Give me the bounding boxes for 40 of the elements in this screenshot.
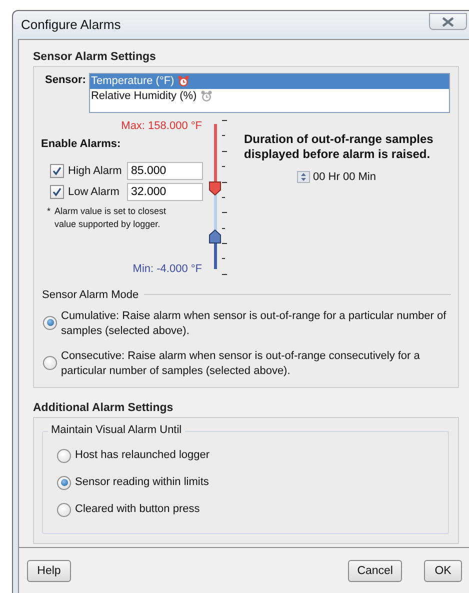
- checkbox-label: High Alarm: [68, 165, 123, 178]
- enable-alarms-label: Enable Alarms:: [41, 138, 122, 150]
- dialog-button[interactable]: Cancel: [348, 560, 402, 582]
- slider-thumb[interactable]: [208, 181, 222, 196]
- checkbox[interactable]: [50, 185, 64, 200]
- slider-thumb[interactable]: [208, 229, 222, 244]
- radio-button[interactable]: [57, 448, 71, 463]
- dialog-button[interactable]: OK: [424, 560, 462, 582]
- min-value-label: Min: -4.000 °F: [132, 262, 202, 275]
- duration-label: Duration of out-of-range samples displayed before alarm is raised.: [244, 132, 434, 162]
- radio-button[interactable]: [43, 356, 57, 370]
- checkbox-label: Low Alarm: [68, 186, 120, 198]
- list-item[interactable]: Relative Humidity (%): [90, 88, 212, 104]
- radio-button[interactable]: [57, 502, 71, 517]
- max-value-label: Max: 158.000 °F: [121, 120, 202, 132]
- close-button[interactable]: [429, 13, 467, 30]
- group-title: Sensor Alarm Mode: [42, 288, 139, 301]
- list-item[interactable]: Temperature (°F): [90, 74, 449, 89]
- alarm-value-field[interactable]: 85.000: [127, 162, 203, 180]
- radio-label: Host has relaunched logger: [75, 448, 210, 463]
- radio-label: Sensor reading within limits: [75, 474, 209, 490]
- sensor-label: Sensor:: [45, 72, 86, 88]
- section-heading: Sensor Alarm Settings: [33, 50, 157, 63]
- radio-label: Cleared with button press: [75, 502, 200, 517]
- radio-label: Consecutive: Raise alarm when sensor is out-of-range consecutively for a particular number of samples (selected above).: [61, 348, 421, 379]
- sensor-list[interactable]: Temperature (°F) Relative Humidity (%): [88, 72, 450, 113]
- group-title: Maintain Visual Alarm Until: [48, 424, 185, 436]
- checkbox[interactable]: [50, 164, 64, 178]
- duration-value: 00 Hr 00 Min: [313, 170, 376, 183]
- dialog-button[interactable]: Help: [27, 560, 71, 582]
- footnote-mark: *: [47, 204, 51, 218]
- alarm-value-field[interactable]: 32.000: [127, 183, 203, 202]
- radio-label: Cumulative: Raise alarm when sensor is out-of-range for a particular number of samples (selected above).: [61, 308, 448, 339]
- close-icon: [442, 16, 454, 27]
- radio-button[interactable]: [43, 316, 57, 330]
- radio-button[interactable]: [57, 476, 71, 490]
- footnote-text: Alarm value is set to closest value supported by logger.: [54, 204, 168, 231]
- window-title: Configure Alarms: [21, 17, 121, 32]
- section-heading: Additional Alarm Settings: [33, 402, 174, 414]
- spinner-icon[interactable]: [297, 170, 310, 183]
